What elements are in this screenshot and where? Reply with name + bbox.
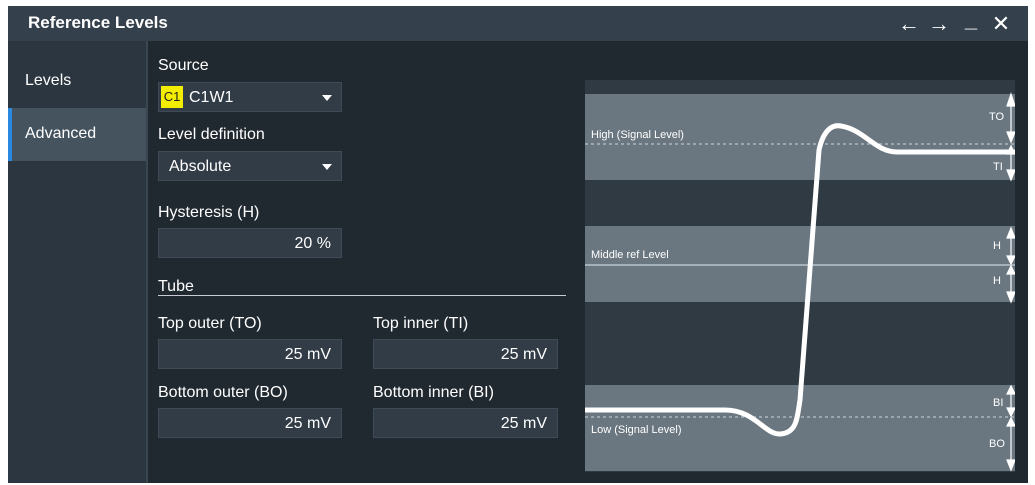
sidebar: Levels Advanced (8, 41, 146, 483)
chevron-down-icon (322, 95, 332, 101)
top-inner-value: 25 mV (500, 346, 547, 363)
back-arrow-icon[interactable]: ← (896, 10, 922, 38)
sidebar-item-levels[interactable]: Levels (8, 55, 146, 108)
ti-label: TI (993, 161, 1003, 173)
bottom-outer-input[interactable]: 25 mV (158, 408, 342, 438)
title-bar: Reference Levels ← → _ ✕ (8, 6, 1028, 41)
dialog-title: Reference Levels (28, 13, 168, 32)
forward-arrow-icon[interactable]: → (926, 10, 952, 38)
level-definition-dropdown[interactable]: Absolute (158, 151, 342, 181)
tube-section-divider (158, 295, 566, 296)
tube-section-label: Tube (158, 278, 194, 295)
top-outer-input[interactable]: 25 mV (158, 339, 342, 369)
minimize-icon[interactable]: _ (958, 6, 984, 34)
hysteresis-value: 20 % (294, 235, 331, 252)
bi-label: BI (993, 397, 1003, 409)
middle-level-label: Middle ref Level (591, 249, 669, 261)
high-level-label: High (Signal Level) (591, 129, 684, 141)
sidebar-divider (146, 41, 148, 483)
bottom-inner-label: Bottom inner (BI) (373, 384, 494, 401)
chevron-down-icon (322, 164, 332, 170)
hysteresis-label: Hysteresis (H) (158, 204, 260, 221)
hysteresis-input[interactable]: 20 % (158, 228, 342, 258)
close-icon[interactable]: ✕ (988, 10, 1014, 38)
c1-badge: C1 (161, 86, 183, 108)
top-outer-label: Top outer (TO) (158, 315, 262, 332)
h-lower-label: H (993, 275, 1001, 287)
level-definition-label: Level definition (158, 126, 265, 143)
h-upper-label: H (993, 240, 1001, 252)
level-definition-value: Absolute (169, 158, 232, 175)
source-dropdown[interactable]: C1 C1W1 (158, 82, 342, 112)
sidebar-item-advanced[interactable]: Advanced (8, 108, 146, 161)
sidebar-item-label: Levels (25, 72, 72, 89)
bottom-inner-value: 25 mV (500, 415, 547, 432)
reference-levels-dialog: Reference Levels ← → _ ✕ Levels Advanced… (8, 6, 1028, 483)
middle-band (585, 226, 1015, 302)
bo-label: BO (989, 438, 1005, 450)
source-label: Source (158, 57, 209, 74)
bottom-inner-input[interactable]: 25 mV (373, 408, 558, 438)
bottom-outer-label: Bottom outer (BO) (158, 384, 288, 401)
top-outer-value: 25 mV (284, 346, 331, 363)
top-inner-input[interactable]: 25 mV (373, 339, 558, 369)
top-inner-label: Top inner (TI) (373, 315, 469, 332)
low-level-label: Low (Signal Level) (591, 424, 682, 436)
source-value: C1W1 (189, 89, 234, 106)
bottom-outer-value: 25 mV (284, 415, 331, 432)
sidebar-item-label: Advanced (25, 125, 97, 142)
reference-levels-diagram: High (Signal Level) Middle ref Level Low… (585, 80, 1015, 472)
to-label: TO (989, 111, 1005, 123)
